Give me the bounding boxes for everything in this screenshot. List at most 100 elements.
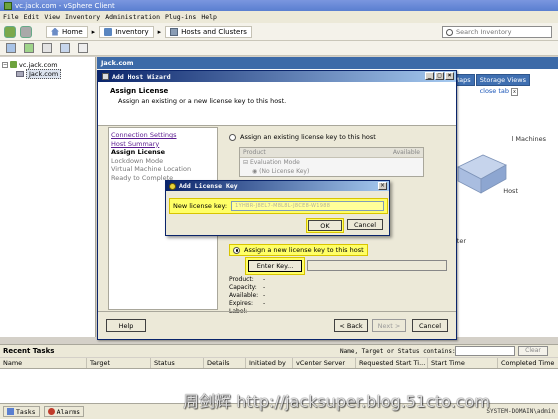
tasks-label: Tasks bbox=[16, 407, 36, 416]
license-item-row: ◉ (No License Key) bbox=[252, 168, 310, 175]
vcenter-icon bbox=[10, 61, 17, 68]
datacenter-icon bbox=[16, 70, 24, 77]
task-filter-input[interactable] bbox=[455, 346, 515, 356]
new-key-option[interactable]: Assign a new license key to this host bbox=[229, 244, 368, 256]
recent-tasks-bar: Recent Tasks Name, Target or Status cont… bbox=[0, 344, 558, 357]
search-box bbox=[442, 26, 552, 38]
menu-administration[interactable]: Administration bbox=[105, 13, 160, 21]
tree-item-datacenter-label: Jack.com bbox=[26, 68, 62, 79]
license-table-header: Product Available bbox=[240, 148, 423, 158]
add-host-icon[interactable] bbox=[24, 43, 34, 53]
wizard-window-buttons: _ □ × bbox=[425, 72, 454, 80]
detail-capacity: Capacity: - bbox=[229, 284, 266, 291]
tasks-icon bbox=[7, 408, 14, 415]
back-arrow-icon[interactable] bbox=[4, 25, 16, 38]
new-folder-icon[interactable] bbox=[6, 43, 16, 53]
ok-button[interactable]: OK bbox=[308, 220, 342, 231]
menu-help[interactable]: Help bbox=[201, 13, 217, 21]
detail-product: Product: - bbox=[229, 276, 266, 283]
window-title: vc.jack.com - vSphere Client bbox=[15, 1, 115, 10]
wizard-titlebar: Add Host Wizard _ □ × bbox=[98, 71, 456, 82]
dialog-cancel-button[interactable]: Cancel bbox=[347, 219, 383, 230]
wizard-footer: Help < Back Next > Cancel bbox=[98, 311, 456, 339]
col-completed-time[interactable]: Completed Time bbox=[498, 358, 558, 368]
alarms-button[interactable]: Alarms bbox=[43, 406, 85, 417]
maximize-icon[interactable]: □ bbox=[435, 72, 444, 80]
tasks-button[interactable]: Tasks bbox=[3, 406, 40, 417]
minimize-icon[interactable]: _ bbox=[425, 72, 434, 80]
license-key-field-row: New license key: 1YHBR-J8EL7-M8L8L-J8CE8… bbox=[169, 198, 388, 214]
next-button[interactable]: Next > bbox=[372, 319, 406, 332]
tree-item-datacenter[interactable]: Jack.com bbox=[2, 68, 93, 79]
existing-key-option[interactable]: Assign an existing license key to this h… bbox=[229, 133, 445, 141]
menu-edit[interactable]: Edit bbox=[24, 13, 40, 21]
existing-key-label: Assign an existing license key to this h… bbox=[240, 133, 376, 141]
col-start-time[interactable]: Start Time bbox=[428, 358, 498, 368]
wizard-title: Add Host Wizard bbox=[112, 72, 171, 81]
back-button[interactable]: < Back bbox=[334, 319, 368, 332]
new-cluster-icon[interactable] bbox=[42, 43, 52, 53]
forward-arrow-icon[interactable] bbox=[20, 25, 32, 38]
collapse-icon[interactable]: − bbox=[2, 61, 8, 68]
close-tab-label: close tab bbox=[479, 87, 510, 95]
license-group-label: Evaluation Mode bbox=[249, 159, 300, 166]
tab-storage-views[interactable]: Storage Views bbox=[475, 74, 530, 86]
enter-key-button[interactable]: Enter Key... bbox=[248, 260, 302, 272]
col-requested-start[interactable]: Requested Start Ti... bbox=[356, 358, 428, 368]
host-label: Host bbox=[503, 187, 518, 195]
add-license-key-dialog: Add License Key × New license key: 1YHBR… bbox=[165, 180, 390, 236]
step-host-summary[interactable]: Host Summary bbox=[111, 140, 215, 149]
wizard-page-subtitle: Assign an existing or a new license key … bbox=[118, 97, 287, 105]
alarms-label: Alarms bbox=[56, 407, 81, 416]
home-icon bbox=[51, 27, 59, 36]
col-initiated-by[interactable]: Initiated by bbox=[246, 358, 293, 368]
alarms-icon bbox=[47, 408, 55, 415]
action-toolbar bbox=[0, 41, 558, 56]
new-vm-icon[interactable] bbox=[60, 43, 70, 53]
close-tab-link[interactable]: close tab x bbox=[480, 87, 518, 96]
existing-key-radio[interactable] bbox=[229, 133, 236, 141]
breadcrumb-inventory-label: Inventory bbox=[115, 27, 149, 36]
wizard-header: Assign License Assign an existing or a n… bbox=[98, 82, 456, 126]
help-button[interactable]: Help bbox=[106, 319, 146, 332]
menu-view[interactable]: View bbox=[44, 13, 60, 21]
menu-inventory[interactable]: Inventory bbox=[65, 13, 100, 21]
search-input[interactable] bbox=[456, 28, 546, 36]
menu-bar: File Edit View Inventory Administration … bbox=[0, 11, 558, 23]
breadcrumb-hosts-clusters[interactable]: Hosts and Clusters bbox=[165, 25, 252, 38]
menu-plugins[interactable]: Plug-ins bbox=[165, 13, 196, 21]
step-vm-location: Virtual Machine Location bbox=[111, 165, 192, 173]
search-icon[interactable] bbox=[446, 28, 453, 36]
col-details[interactable]: Details bbox=[204, 358, 246, 368]
dialog-close-icon[interactable]: × bbox=[378, 182, 387, 190]
breadcrumb-home[interactable]: Home bbox=[46, 25, 88, 38]
close-icon[interactable]: × bbox=[445, 72, 454, 80]
new-key-label: Assign a new license key to this host bbox=[244, 246, 364, 254]
menu-file[interactable]: File bbox=[3, 13, 19, 21]
getting-started-illustration bbox=[457, 154, 507, 194]
col-target[interactable]: Target bbox=[87, 358, 151, 368]
step-lockdown-mode: Lockdown Mode bbox=[111, 156, 164, 165]
task-table-header: Name Target Status Details Initiated by … bbox=[0, 358, 558, 369]
wizard-cancel-button[interactable]: Cancel bbox=[412, 319, 448, 332]
window-titlebar: vc.jack.com - vSphere Client bbox=[0, 0, 558, 11]
license-key-input[interactable]: 1YHBR-J8EL7-M8L8L-J8CE8-W1988 bbox=[231, 201, 384, 211]
content-header: Jack.com bbox=[97, 57, 558, 69]
breadcrumb: Home ▸ Inventory ▸ Hosts and Clusters bbox=[46, 25, 252, 38]
col-vcenter-server[interactable]: vCenter Server bbox=[293, 358, 356, 368]
license-details: Product: - Capacity: - Available: - Expires… bbox=[229, 276, 265, 316]
license-key-label: New license key: bbox=[173, 202, 228, 210]
clear-button[interactable]: Clear bbox=[518, 346, 548, 356]
col-product: Product bbox=[243, 149, 266, 156]
col-name[interactable]: Name bbox=[0, 358, 87, 368]
new-key-radio[interactable] bbox=[233, 246, 240, 254]
breadcrumb-inventory[interactable]: Inventory bbox=[99, 25, 154, 38]
content-tabs: Maps Storage Views bbox=[449, 74, 530, 86]
breadcrumb-separator-icon: ▸ bbox=[157, 27, 162, 36]
breadcrumb-home-label: Home bbox=[62, 27, 83, 36]
logged-in-user: SYSTEM-DOMAIN\admin bbox=[486, 408, 555, 415]
col-status[interactable]: Status bbox=[151, 358, 204, 368]
inventory-icon bbox=[104, 27, 113, 36]
step-connection-settings[interactable]: Connection Settings bbox=[111, 131, 215, 140]
filter-icon[interactable] bbox=[78, 43, 88, 53]
